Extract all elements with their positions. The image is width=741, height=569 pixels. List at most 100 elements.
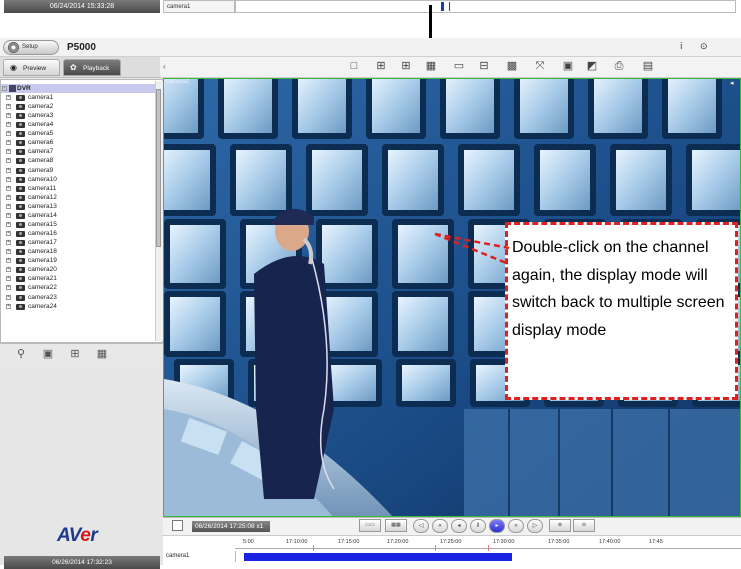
top-timeline-track [235,0,736,13]
layout-2x2-icon[interactable]: ⊞ [373,59,389,74]
camera-icon [16,240,25,247]
tab-playback-label: Playback [83,65,110,72]
timeline-tick-label: 17:30:00 [493,539,515,545]
recording-segment[interactable] [244,553,512,561]
tree-camera-label: camera14 [28,211,57,219]
tree-scrollbar-thumb[interactable] [156,89,161,247]
expand-icon[interactable]: + [6,231,11,237]
expand-icon[interactable]: + [6,140,11,146]
expand-icon[interactable]: + [6,276,11,282]
camera-icon [16,131,25,138]
expand-icon[interactable]: + [6,113,11,119]
logo-accent: e [80,525,91,546]
pause-button[interactable]: ‖ [470,519,486,533]
expand-icon[interactable]: + [6,167,11,173]
tree-camera-label: camera19 [28,257,57,265]
layout-1plus5-icon[interactable]: ▭ [451,59,467,74]
system-datetime: 06/26/2014 17:32:23 [4,556,160,569]
timeline-tick-label: 17:10:00 [286,539,308,545]
calendar-icon[interactable] [172,520,183,531]
camera-search-icon[interactable]: ▣ [41,347,55,361]
camera-icon [16,203,25,210]
rewind-button[interactable]: ◂ [451,519,467,533]
zoom-in-timeline-button[interactable]: ⊕ [549,519,571,532]
timeline-marker [435,545,436,551]
expand-icon[interactable]: + [6,267,11,273]
network-icon[interactable]: ⚲ [14,347,28,361]
tree-camera-label: camera17 [28,239,57,247]
expand-icon[interactable]: + [6,149,11,155]
export-icon[interactable]: ▤ [640,59,656,74]
keyboard-icon[interactable]: ▦ [95,347,109,361]
expand-icon[interactable]: + [6,294,11,300]
timeline-camera-label: camera1 [166,551,236,562]
expand-icon[interactable]: + [6,104,11,110]
print-icon[interactable]: ⎙ [611,59,627,74]
expand-icon[interactable]: + [6,176,11,182]
fullscreen-icon[interactable]: ⤧ [532,59,548,74]
camera-icon [16,140,25,147]
playback-time: 06/26/2014 17:25:08 x1 [192,521,270,532]
camera-icon [16,122,25,129]
tree-camera-label: camera22 [28,284,57,292]
tree-root-dvr[interactable]: - DVR [1,84,156,93]
tree-camera-label: camera1 [28,94,54,101]
tree-camera-label: camera24 [28,302,57,310]
expand-icon[interactable]: + [6,203,11,209]
top-datetime: 06/24/2014 15:33:28 [4,0,160,13]
expand-icon[interactable]: + [6,122,11,128]
edit-icon[interactable]: ◩ [584,59,600,74]
zoom-out-timeline-button[interactable]: ⊖ [573,519,595,532]
layout-4x4-icon[interactable]: ▦ [423,59,439,74]
snapshot-icon[interactable]: ▣ [560,59,576,74]
collapse-panel-icon[interactable]: ‹ [163,62,166,71]
tree-camera-label: camera18 [28,248,57,256]
expand-icon[interactable]: + [6,303,11,309]
camera-icon [16,212,25,219]
camera-icon [16,176,25,183]
layout-1plus7-icon[interactable]: ⊟ [476,59,492,74]
expand-icon[interactable]: + [6,194,11,200]
step-back-button[interactable]: ◁ [413,519,429,533]
search-view-button[interactable]: ▦▦ [385,519,407,532]
signal-icon[interactable]: ⅰ [680,41,683,52]
expand-icon[interactable]: + [6,285,11,291]
power-icon[interactable]: ⊙ [700,41,708,52]
expand-icon[interactable]: + [6,258,11,264]
expand-icon[interactable]: + [6,131,11,137]
video-camera-label: camera1 [166,79,190,85]
tab-preview[interactable]: ◉ Preview [3,59,60,76]
play-button[interactable]: ▸ [489,519,505,533]
fast-rewind-button[interactable]: « [432,519,448,533]
expand-icon[interactable]: + [6,158,11,164]
fast-forward-button[interactable]: » [508,519,524,533]
camera-icon [16,231,25,238]
tile-view-button[interactable]: ▭▭ [359,519,381,532]
device-tree: - DVR + camera1 + camera2 + camera3 + camera4 + c… [0,79,163,343]
camera-icon [16,185,25,192]
expand-icon[interactable]: + [6,95,11,100]
layout-5x5-icon[interactable]: ▩ [504,59,520,74]
camera-icon [16,221,25,228]
setup-button[interactable]: Setup [3,40,59,55]
expand-icon[interactable]: + [6,185,11,191]
zoom-icon[interactable]: ⊞ [68,347,82,361]
speaker-icon[interactable]: ◂ [730,79,734,87]
expand-icon[interactable]: + [6,212,11,218]
layout-1x1-icon[interactable]: □ [346,59,362,74]
layout-3x3-icon[interactable]: ⊞ [398,59,414,74]
collapse-icon[interactable]: - [2,86,7,91]
tree-camera-label: camera3 [28,112,54,120]
step-forward-button[interactable]: ▷ [527,519,543,533]
camera-icon [16,267,25,274]
tab-preview-label: Preview [23,65,47,72]
aver-logo: AVer [57,525,98,547]
expand-icon[interactable]: + [6,221,11,227]
camera-icon [16,194,25,201]
tree-camera-label: camera10 [28,175,57,183]
tree-camera-label: camera21 [28,275,57,283]
expand-icon[interactable]: + [6,249,11,255]
tree-camera-label: camera9 [28,166,54,174]
expand-icon[interactable]: + [6,240,11,246]
tab-playback[interactable]: ✿ Playback [63,59,121,76]
